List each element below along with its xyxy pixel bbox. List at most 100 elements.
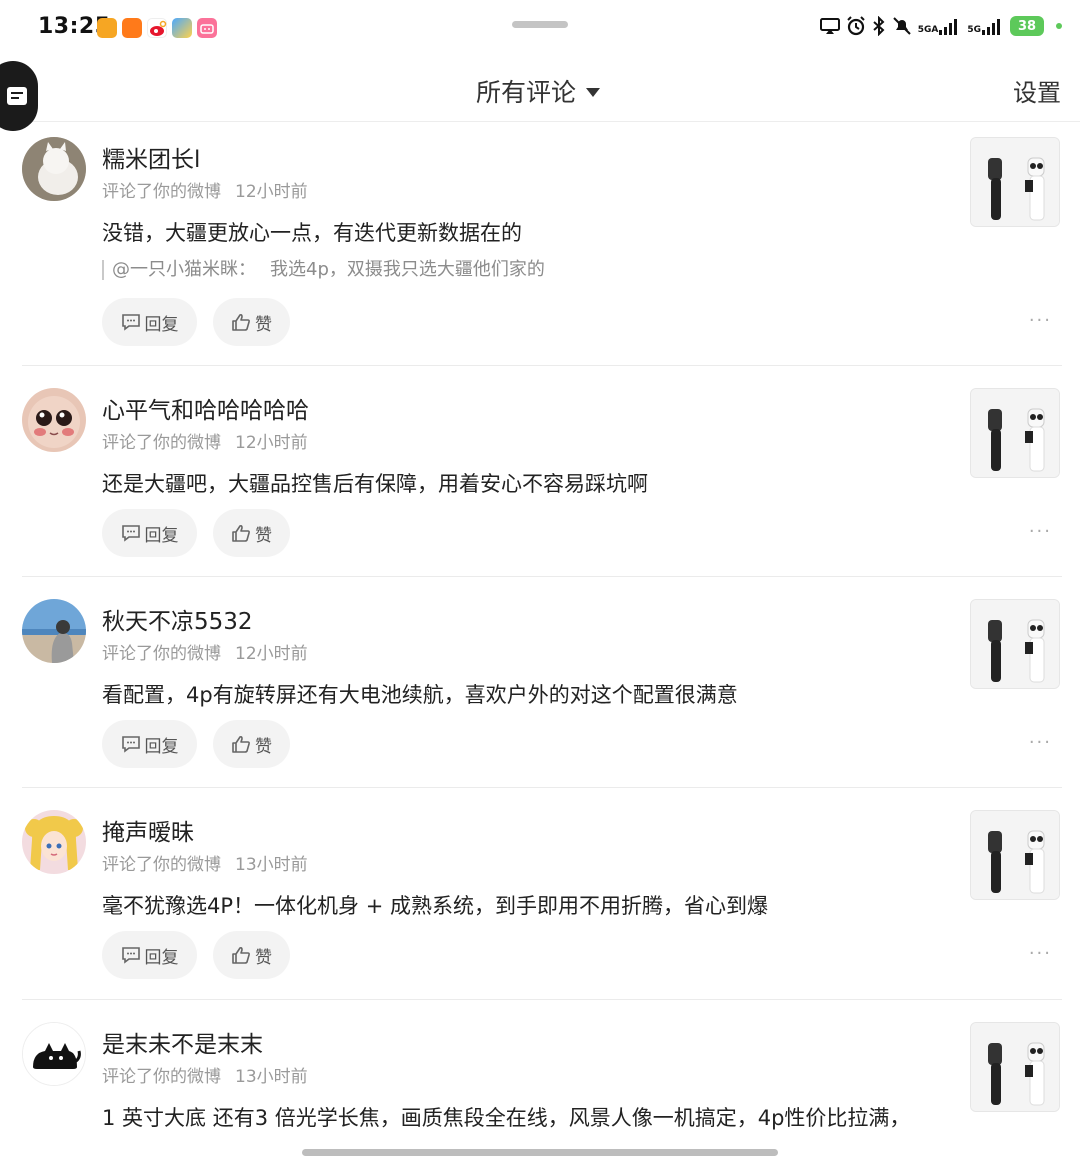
meta-action: 评论了你的微博 (102, 855, 221, 875)
comment-list: 糯米团长l 评论了你的微博 12小时前 没错，大疆更放心一点，有迭代更新数据在的 … (0, 122, 1080, 1160)
thumbs-up-icon (232, 313, 250, 331)
home-indicator[interactable] (302, 1149, 778, 1156)
weibo-post-thumbnail[interactable] (970, 388, 1060, 478)
avatar[interactable] (22, 137, 86, 201)
like-label: 赞 (255, 736, 272, 757)
notification-icons (97, 18, 217, 38)
thumbs-up-icon (232, 946, 250, 964)
floating-menu-button[interactable] (0, 61, 38, 131)
network-label-5ga: 5GA (917, 25, 939, 35)
browser-app-icon (172, 18, 192, 38)
quote-text: 我选4p，双摄我只选大疆他们家的 (270, 259, 545, 280)
avatar[interactable] (22, 810, 86, 874)
comment-actions: 回复 赞 (102, 509, 290, 557)
list-item[interactable]: 是末未不是末末 评论了你的微博 13小时前 1 英寸大底 还有3 倍光学长焦，画质… (22, 1000, 1062, 1160)
cast-icon (819, 18, 840, 34)
network-label-5g: 5G (967, 25, 981, 35)
weibo-post-thumbnail[interactable] (970, 810, 1060, 900)
more-options-button[interactable]: ··· (1029, 732, 1052, 753)
like-label: 赞 (255, 525, 272, 546)
signal-bars-icon (982, 19, 1000, 35)
avatar[interactable] (22, 1022, 86, 1086)
comment-actions: 回复 赞 (102, 720, 290, 768)
comment-actions: 回复 赞 (102, 931, 290, 979)
meta-action: 评论了你的微博 (102, 644, 221, 664)
like-button[interactable]: 赞 (213, 931, 290, 979)
like-button[interactable]: 赞 (213, 720, 290, 768)
comment-text[interactable]: 看配置，4p有旋转屏还有大电池续航，喜欢户外的对这个配置很满意 (102, 679, 738, 709)
reply-button[interactable]: 回复 (102, 720, 197, 768)
username[interactable]: 心平气和哈哈哈哈哈 (102, 391, 309, 425)
reply-label: 回复 (144, 947, 179, 968)
grab-handle[interactable] (512, 21, 568, 28)
message-list-icon (7, 87, 27, 105)
reply-button[interactable]: 回复 (102, 931, 197, 979)
weibo-post-thumbnail[interactable] (970, 1022, 1060, 1112)
comment-text[interactable]: 没错，大疆更放心一点，有迭代更新数据在的 (102, 217, 522, 247)
comment-meta: 评论了你的微博 13小时前 (102, 1062, 308, 1087)
username[interactable]: 是末未不是末末 (102, 1025, 263, 1059)
meta-time: 13小时前 (235, 855, 308, 875)
weibo-post-thumbnail[interactable] (970, 137, 1060, 227)
comment-actions: 回复 赞 (102, 298, 290, 346)
like-label: 赞 (255, 947, 272, 968)
signal-bars-icon (939, 19, 958, 35)
battery-level: 38 (1017, 18, 1037, 34)
username[interactable]: 秋天不凉5532 (102, 602, 253, 636)
username[interactable]: 掩声暧昧 (102, 813, 194, 847)
avatar[interactable] (22, 599, 86, 663)
quoted-comment[interactable]: @一只小猫米眯： 我选4p，双摄我只选大疆他们家的 (102, 260, 545, 280)
charging-dot-icon (1056, 23, 1062, 29)
caret-down-icon (586, 87, 601, 97)
header: 所有评论 设置 (0, 60, 1080, 131)
thumbs-up-icon (232, 735, 250, 753)
status-indicators: 5GA 5G 38 (819, 16, 1062, 36)
app-screen: 13:25 5GA 5G 38 所有评论 设置 糯米团长l 评论了你的微博 12… (0, 0, 1080, 1169)
like-button[interactable]: 赞 (213, 509, 290, 557)
status-bar: 13:25 5GA 5G 38 (0, 0, 1080, 60)
list-item[interactable]: 糯米团长l 评论了你的微博 12小时前 没错，大疆更放心一点，有迭代更新数据在的 … (22, 122, 1062, 366)
reply-label: 回复 (144, 525, 179, 546)
more-options-button[interactable]: ··· (1029, 310, 1052, 331)
taobao-app-icon (122, 18, 142, 38)
bluetooth-icon (873, 16, 885, 36)
comment-filter-dropdown[interactable]: 所有评论 (476, 73, 601, 109)
reply-button[interactable]: 回复 (102, 509, 197, 557)
meta-time: 12小时前 (235, 433, 308, 453)
more-options-button[interactable]: ··· (1029, 521, 1052, 542)
list-item[interactable]: 秋天不凉5532 评论了你的微博 12小时前 看配置，4p有旋转屏还有大电池续航，… (22, 577, 1062, 788)
weibo-app-icon (147, 18, 167, 38)
meta-action: 评论了你的微博 (102, 182, 221, 202)
more-options-button[interactable]: ··· (1029, 943, 1052, 964)
list-item[interactable]: 心平气和哈哈哈哈哈 评论了你的微博 12小时前 还是大疆吧，大疆品控售后有保障，用… (22, 366, 1062, 577)
signal-5ga: 5GA (918, 17, 962, 35)
like-button[interactable]: 赞 (213, 298, 290, 346)
meta-action: 评论了你的微博 (102, 1067, 221, 1087)
weibo-post-thumbnail[interactable] (970, 599, 1060, 689)
alarm-icon (847, 16, 865, 36)
settings-button[interactable]: 设置 (1013, 73, 1061, 108)
avatar[interactable] (22, 388, 86, 452)
mute-icon (893, 17, 911, 35)
thumbs-up-icon (232, 524, 250, 542)
reply-button[interactable]: 回复 (102, 298, 197, 346)
bilibili-app-icon (197, 18, 217, 38)
comment-text[interactable]: 毫不犹豫选4P！一体化机身 + 成熟系统，到手即用不用折腾，省心到爆 (102, 890, 768, 920)
reply-icon (121, 947, 140, 964)
meta-time: 12小时前 (235, 644, 308, 664)
list-item[interactable]: 掩声暧昧 评论了你的微博 13小时前 毫不犹豫选4P！一体化机身 + 成熟系统，到… (22, 788, 1062, 1000)
reply-label: 回复 (144, 736, 179, 757)
comment-meta: 评论了你的微博 12小时前 (102, 639, 308, 664)
signal-5g: 5G (967, 17, 1004, 35)
username[interactable]: 糯米团长l (102, 140, 200, 174)
reply-label: 回复 (144, 314, 179, 335)
reply-icon (121, 314, 140, 331)
comment-text[interactable]: 1 英寸大底 还有3 倍光学长焦，画质焦段全在线，风景人像一机搞定，4p性价比拉… (102, 1102, 910, 1132)
quote-user: @一只小猫米眯： (112, 259, 256, 280)
battery-indicator: 38 (1010, 16, 1044, 36)
reply-icon (121, 736, 140, 753)
comment-meta: 评论了你的微博 12小时前 (102, 428, 308, 453)
comment-text[interactable]: 还是大疆吧，大疆品控售后有保障，用着安心不容易踩坑啊 (102, 468, 648, 498)
reply-icon (121, 525, 140, 542)
orange-app-icon (97, 18, 117, 38)
